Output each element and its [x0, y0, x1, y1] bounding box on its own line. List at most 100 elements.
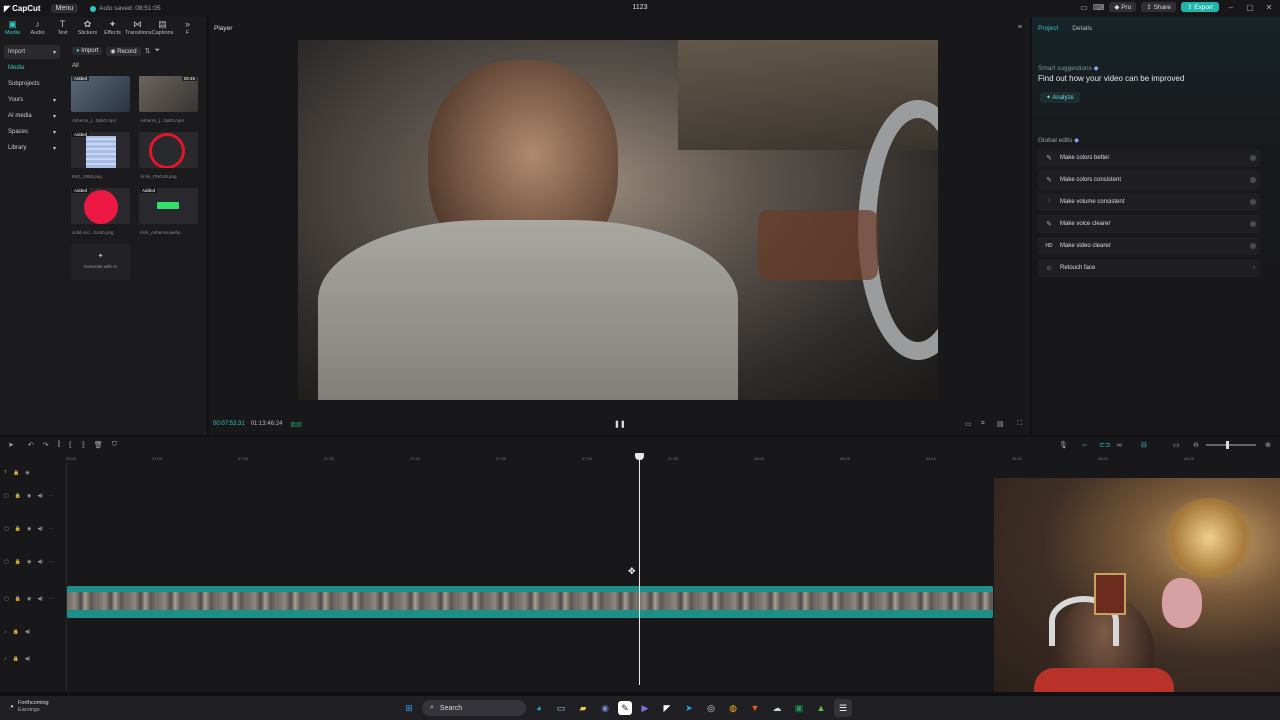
taskbar-search[interactable]: ⌕ Search — [422, 700, 526, 716]
media-thumbnail[interactable]: Added — [71, 132, 130, 168]
tab-details[interactable]: Details — [1072, 25, 1092, 32]
mic-icon[interactable]: 🎙 — [1059, 441, 1068, 449]
current-timecode: 00:07:53:31 — [213, 421, 245, 427]
select-tool-icon[interactable]: ➤ — [8, 441, 14, 449]
media-thumbnail[interactable] — [139, 132, 198, 168]
shield-icon[interactable]: ⛉ — [112, 441, 117, 449]
weather-widget[interactable]: ◔ Forthcoming Earnings — [8, 700, 49, 714]
sidebar-item-import[interactable]: Import ▾ — [4, 45, 60, 59]
active-app-icon[interactable]: ☰ — [834, 699, 852, 717]
edit-make-voice-clearer[interactable]: ✎ Make voice clearer — [1038, 215, 1260, 233]
zoom-out-icon[interactable]: ⊖ — [1193, 441, 1199, 449]
split-right-icon[interactable]: ⟧ — [81, 441, 84, 449]
obs-icon[interactable]: ◎ — [702, 699, 720, 717]
playhead[interactable] — [639, 457, 640, 685]
magnet-icon[interactable]: ⊂⊃ — [1099, 441, 1111, 449]
video-clip[interactable] — [67, 586, 993, 618]
link-icon[interactable]: ⇔ — [1081, 442, 1088, 449]
zoom-slider[interactable] — [1206, 441, 1256, 449]
minimize-icon[interactable]: – — [1224, 3, 1238, 12]
edit-make-volume-consistent[interactable]: ⫶ Make volume consistent — [1038, 193, 1260, 211]
split-icon[interactable]: ⫿ — [58, 441, 60, 449]
edit-make-colors-consistent[interactable]: ✎ Make colors consistent — [1038, 171, 1260, 189]
media-thumbnail[interactable]: Added — [71, 188, 130, 224]
sidebar-item-library[interactable]: Library ▾ — [4, 141, 60, 155]
snap-icon[interactable]: ∞ — [1117, 442, 1122, 449]
tab-effects[interactable]: ✦ Effects — [100, 19, 125, 41]
edit-make-video-clearer[interactable]: HD Make video clearer — [1038, 237, 1260, 255]
game-icon[interactable]: ▲ — [812, 699, 830, 717]
edit-make-colors-better[interactable]: ✎ Make colors better — [1038, 149, 1260, 167]
timeline-ruler[interactable]: 00:00 07:20 07:30 07:35 07:40 07:45 07:50 07:55… — [66, 454, 1280, 464]
quality-icon[interactable]: ▤ — [997, 420, 1004, 428]
zoom-in-icon[interactable]: ⊕ — [1265, 441, 1271, 449]
ratio-icon[interactable]: ▭ — [965, 420, 972, 428]
tab-audio[interactable]: ♪ Audio — [25, 19, 50, 41]
analyze-button[interactable]: ✦ Analyze — [1040, 92, 1080, 103]
track-type-icon: ▢ — [4, 559, 9, 565]
excel-icon[interactable]: ▣ — [790, 699, 808, 717]
windows-start-icon[interactable]: ⊞ — [400, 699, 418, 717]
media-thumbnail[interactable]: 08:45 — [139, 76, 198, 112]
tab-project[interactable]: Project — [1038, 25, 1058, 32]
discord-icon[interactable]: ◉ — [596, 699, 614, 717]
media-icon: ▣ — [8, 19, 17, 29]
stickers-icon: ✿ — [83, 19, 92, 29]
split-left-icon[interactable]: ⟦ — [69, 441, 72, 449]
tab-media[interactable]: ▣ Media — [0, 19, 25, 41]
player-menu-icon[interactable]: ≡ — [1018, 24, 1022, 31]
maximize-icon[interactable]: ▢ — [1243, 3, 1257, 12]
shortcut-icon[interactable]: ⌨ — [1093, 3, 1105, 12]
notes-icon[interactable]: ✎ — [618, 701, 632, 715]
pause-button[interactable]: ❚❚ — [614, 420, 626, 428]
tab-stickers[interactable]: ✿ Stickers — [75, 19, 100, 41]
steam-icon[interactable]: ☁ — [768, 699, 786, 717]
face-icon: ☺ — [1045, 264, 1053, 272]
telegram-icon[interactable]: ➤ — [680, 699, 698, 717]
generate-with-ai-button[interactable]: ✦ Generate with AI — [71, 244, 130, 280]
preview-axis-icon[interactable]: ⊟ — [1141, 441, 1147, 449]
sidebar-item-media[interactable]: Media — [4, 61, 60, 75]
zoom-slider-handle[interactable] — [1226, 441, 1229, 449]
tab-transitions[interactable]: ⋈ Transitions — [125, 19, 152, 41]
pro-button[interactable]: ◆ Pro — [1109, 2, 1137, 12]
media-thumbnail[interactable]: Added — [139, 188, 198, 224]
sidebar-item-yours[interactable]: Yours ▾ — [4, 93, 60, 107]
ruler-tick-label: 08:05 — [840, 456, 851, 461]
layout-icon[interactable]: ▭ — [1080, 3, 1088, 12]
caption-icon[interactable]: ▭ — [1173, 441, 1180, 449]
desktop-icon[interactable]: ▭ — [552, 699, 570, 717]
media-caption: circle_PNG49.png — [140, 174, 177, 179]
close-icon[interactable]: ✕ — [1262, 3, 1276, 12]
crop-icon[interactable]: ⌗ — [981, 420, 985, 428]
sidebar-item-subprojects[interactable]: Subprojects — [4, 77, 60, 91]
record-button[interactable]: ◉ Record — [106, 46, 141, 56]
fullscreen-icon[interactable]: ⛶ — [1017, 420, 1022, 428]
track-type-icon: ▢ — [4, 493, 9, 499]
undo-icon[interactable]: ↶ — [28, 441, 34, 449]
chrome-icon[interactable]: ◍ — [724, 699, 742, 717]
sort-icon[interactable]: ⇅ — [145, 47, 151, 55]
more-icon: ⋯ — [48, 493, 54, 499]
sidebar-item-ai-media[interactable]: AI media ▾ — [4, 109, 60, 123]
sidebar-item-spaces[interactable]: Spaces ▾ — [4, 125, 60, 139]
tab-captions[interactable]: ▤ Captions — [150, 19, 175, 41]
tab-more[interactable]: » F — [175, 19, 200, 41]
media-player-icon[interactable]: ▶ — [636, 699, 654, 717]
brave-icon[interactable]: ▼ — [746, 699, 764, 717]
menu-button[interactable]: Menu — [50, 4, 79, 13]
filter-icon[interactable]: ⏷ — [154, 47, 160, 55]
edit-retouch-face[interactable]: ☺ Retouch face › — [1038, 259, 1260, 277]
edge-icon[interactable]: ◕ — [530, 699, 548, 717]
solid-circle-preview — [84, 190, 118, 224]
file-explorer-icon[interactable]: ▰ — [574, 699, 592, 717]
share-button[interactable]: ⇪ Share — [1141, 2, 1176, 12]
import-button[interactable]: ● Import — [72, 47, 103, 55]
media-thumbnail[interactable]: Added — [71, 76, 130, 112]
delete-icon[interactable]: 🗑 — [94, 441, 103, 449]
capcut-taskbar-icon[interactable]: ◤ — [658, 699, 676, 717]
redo-icon[interactable]: ↷ — [43, 441, 49, 449]
export-button[interactable]: ⇧ Export — [1180, 2, 1219, 12]
video-preview[interactable] — [298, 40, 938, 400]
tab-text[interactable]: T Text — [50, 19, 75, 41]
